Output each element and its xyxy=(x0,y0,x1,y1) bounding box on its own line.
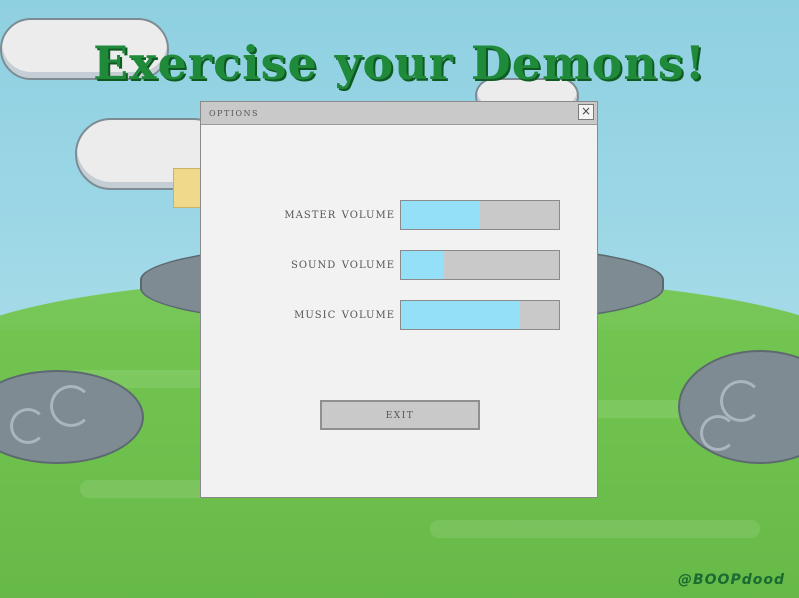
music-volume-row: music volume xyxy=(201,300,597,330)
close-button[interactable]: × xyxy=(578,104,594,120)
music-volume-fill xyxy=(401,301,520,329)
exit-button[interactable]: exit xyxy=(320,400,480,430)
master-volume-slider[interactable] xyxy=(400,200,560,230)
sound-volume-row: sound volume xyxy=(201,250,597,280)
stone-swirl xyxy=(720,380,762,422)
stone-swirl xyxy=(10,408,46,444)
sound-volume-label: sound volume xyxy=(291,256,395,272)
options-dialog: options × master volume sound volume mus… xyxy=(200,101,598,498)
stone-swirl xyxy=(700,415,736,451)
stone-swirl xyxy=(50,385,92,427)
sound-volume-slider[interactable] xyxy=(400,250,560,280)
sound-volume-fill xyxy=(401,251,444,279)
game-title: Exercise your Demons! xyxy=(93,36,706,90)
master-volume-fill xyxy=(401,201,480,229)
master-volume-label: master volume xyxy=(284,206,395,222)
music-volume-label: music volume xyxy=(294,306,395,322)
dialog-title: options xyxy=(209,105,259,119)
dialog-titlebar: options × xyxy=(201,102,597,125)
music-volume-slider[interactable] xyxy=(400,300,560,330)
master-volume-row: master volume xyxy=(201,200,597,230)
author-credit: @BOOPdood xyxy=(677,572,785,588)
close-icon: × xyxy=(580,104,592,118)
